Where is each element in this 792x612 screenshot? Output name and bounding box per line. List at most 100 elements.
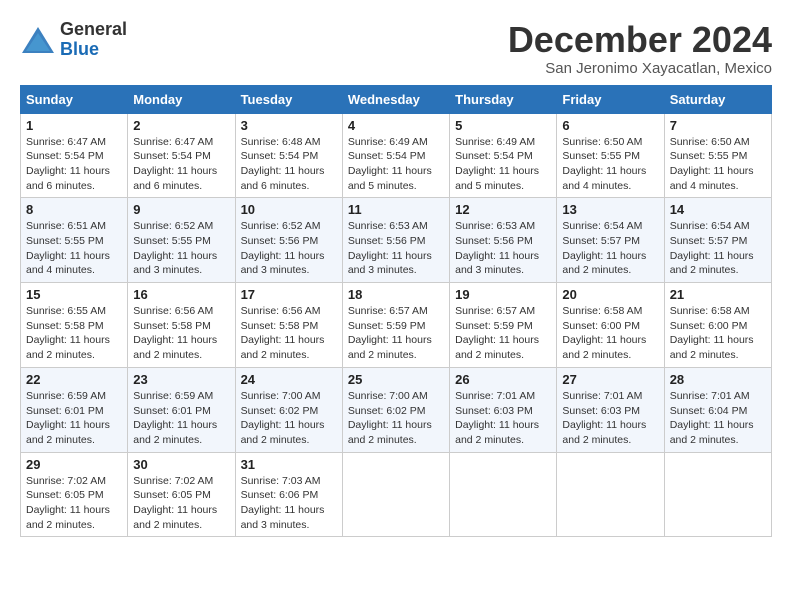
day-info: Sunrise: 6:57 AM Sunset: 5:59 PM Dayligh… [348,304,444,363]
col-thursday: Thursday [450,85,557,113]
col-sunday: Sunday [21,85,128,113]
table-row: 14 Sunrise: 6:54 AM Sunset: 5:57 PM Dayl… [664,198,771,283]
day-info: Sunrise: 6:59 AM Sunset: 6:01 PM Dayligh… [26,389,122,448]
day-number: 25 [348,372,444,387]
day-info: Sunrise: 7:02 AM Sunset: 6:05 PM Dayligh… [26,474,122,533]
table-row: 31 Sunrise: 7:03 AM Sunset: 6:06 PM Dayl… [235,452,342,537]
day-number: 23 [133,372,229,387]
day-number: 29 [26,457,122,472]
day-info: Sunrise: 6:47 AM Sunset: 5:54 PM Dayligh… [26,135,122,194]
day-number: 2 [133,118,229,133]
day-number: 31 [241,457,337,472]
table-row: 15 Sunrise: 6:55 AM Sunset: 5:58 PM Dayl… [21,283,128,368]
table-row: 1 Sunrise: 6:47 AM Sunset: 5:54 PM Dayli… [21,113,128,198]
day-number: 9 [133,202,229,217]
day-info: Sunrise: 6:59 AM Sunset: 6:01 PM Dayligh… [133,389,229,448]
table-row: 12 Sunrise: 6:53 AM Sunset: 5:56 PM Dayl… [450,198,557,283]
day-info: Sunrise: 6:56 AM Sunset: 5:58 PM Dayligh… [241,304,337,363]
day-info: Sunrise: 6:51 AM Sunset: 5:55 PM Dayligh… [26,219,122,278]
day-number: 5 [455,118,551,133]
table-row: 23 Sunrise: 6:59 AM Sunset: 6:01 PM Dayl… [128,367,235,452]
table-row: 16 Sunrise: 6:56 AM Sunset: 5:58 PM Dayl… [128,283,235,368]
day-number: 15 [26,287,122,302]
day-number: 1 [26,118,122,133]
day-number: 10 [241,202,337,217]
table-row: 17 Sunrise: 6:56 AM Sunset: 5:58 PM Dayl… [235,283,342,368]
table-row: 19 Sunrise: 6:57 AM Sunset: 5:59 PM Dayl… [450,283,557,368]
table-row: 6 Sunrise: 6:50 AM Sunset: 5:55 PM Dayli… [557,113,664,198]
table-row: 9 Sunrise: 6:52 AM Sunset: 5:55 PM Dayli… [128,198,235,283]
table-row: 25 Sunrise: 7:00 AM Sunset: 6:02 PM Dayl… [342,367,449,452]
day-info: Sunrise: 7:01 AM Sunset: 6:04 PM Dayligh… [670,389,766,448]
table-row: 10 Sunrise: 6:52 AM Sunset: 5:56 PM Dayl… [235,198,342,283]
table-row: 8 Sunrise: 6:51 AM Sunset: 5:55 PM Dayli… [21,198,128,283]
day-number: 13 [562,202,658,217]
day-info: Sunrise: 6:55 AM Sunset: 5:58 PM Dayligh… [26,304,122,363]
col-tuesday: Tuesday [235,85,342,113]
table-row [342,452,449,537]
day-number: 7 [670,118,766,133]
table-row: 27 Sunrise: 7:01 AM Sunset: 6:03 PM Dayl… [557,367,664,452]
table-row: 24 Sunrise: 7:00 AM Sunset: 6:02 PM Dayl… [235,367,342,452]
month-title: December 2024 [508,20,772,60]
table-row: 22 Sunrise: 6:59 AM Sunset: 6:01 PM Dayl… [21,367,128,452]
day-info: Sunrise: 6:49 AM Sunset: 5:54 PM Dayligh… [348,135,444,194]
day-number: 20 [562,287,658,302]
day-info: Sunrise: 7:01 AM Sunset: 6:03 PM Dayligh… [455,389,551,448]
table-row [450,452,557,537]
table-row: 21 Sunrise: 6:58 AM Sunset: 6:00 PM Dayl… [664,283,771,368]
table-row [557,452,664,537]
day-info: Sunrise: 6:49 AM Sunset: 5:54 PM Dayligh… [455,135,551,194]
calendar-row: 29 Sunrise: 7:02 AM Sunset: 6:05 PM Dayl… [21,452,772,537]
day-info: Sunrise: 6:50 AM Sunset: 5:55 PM Dayligh… [670,135,766,194]
logo-text: General Blue [60,20,127,60]
page-header: General Blue December 2024 San Jeronimo … [20,20,772,77]
table-row: 4 Sunrise: 6:49 AM Sunset: 5:54 PM Dayli… [342,113,449,198]
table-row: 29 Sunrise: 7:02 AM Sunset: 6:05 PM Dayl… [21,452,128,537]
table-row: 2 Sunrise: 6:47 AM Sunset: 5:54 PM Dayli… [128,113,235,198]
logo-blue: Blue [60,39,99,59]
day-number: 12 [455,202,551,217]
day-info: Sunrise: 6:57 AM Sunset: 5:59 PM Dayligh… [455,304,551,363]
col-wednesday: Wednesday [342,85,449,113]
day-number: 30 [133,457,229,472]
day-number: 21 [670,287,766,302]
table-row: 11 Sunrise: 6:53 AM Sunset: 5:56 PM Dayl… [342,198,449,283]
table-row: 5 Sunrise: 6:49 AM Sunset: 5:54 PM Dayli… [450,113,557,198]
day-info: Sunrise: 6:56 AM Sunset: 5:58 PM Dayligh… [133,304,229,363]
logo: General Blue [20,20,127,60]
day-number: 27 [562,372,658,387]
day-number: 24 [241,372,337,387]
day-info: Sunrise: 7:03 AM Sunset: 6:06 PM Dayligh… [241,474,337,533]
table-row: 13 Sunrise: 6:54 AM Sunset: 5:57 PM Dayl… [557,198,664,283]
day-number: 28 [670,372,766,387]
day-info: Sunrise: 7:01 AM Sunset: 6:03 PM Dayligh… [562,389,658,448]
col-monday: Monday [128,85,235,113]
day-number: 16 [133,287,229,302]
day-info: Sunrise: 6:52 AM Sunset: 5:56 PM Dayligh… [241,219,337,278]
calendar-row: 15 Sunrise: 6:55 AM Sunset: 5:58 PM Dayl… [21,283,772,368]
day-info: Sunrise: 6:58 AM Sunset: 6:00 PM Dayligh… [670,304,766,363]
table-row: 26 Sunrise: 7:01 AM Sunset: 6:03 PM Dayl… [450,367,557,452]
day-number: 14 [670,202,766,217]
calendar-header-row: Sunday Monday Tuesday Wednesday Thursday… [21,85,772,113]
day-info: Sunrise: 6:52 AM Sunset: 5:55 PM Dayligh… [133,219,229,278]
day-number: 22 [26,372,122,387]
day-info: Sunrise: 6:58 AM Sunset: 6:00 PM Dayligh… [562,304,658,363]
calendar-row: 8 Sunrise: 6:51 AM Sunset: 5:55 PM Dayli… [21,198,772,283]
calendar-row: 1 Sunrise: 6:47 AM Sunset: 5:54 PM Dayli… [21,113,772,198]
table-row: 7 Sunrise: 6:50 AM Sunset: 5:55 PM Dayli… [664,113,771,198]
col-saturday: Saturday [664,85,771,113]
day-info: Sunrise: 7:00 AM Sunset: 6:02 PM Dayligh… [348,389,444,448]
logo-general: General [60,19,127,39]
day-info: Sunrise: 7:00 AM Sunset: 6:02 PM Dayligh… [241,389,337,448]
title-block: December 2024 San Jeronimo Xayacatlan, M… [508,20,772,77]
table-row: 28 Sunrise: 7:01 AM Sunset: 6:04 PM Dayl… [664,367,771,452]
table-row: 20 Sunrise: 6:58 AM Sunset: 6:00 PM Dayl… [557,283,664,368]
table-row: 3 Sunrise: 6:48 AM Sunset: 5:54 PM Dayli… [235,113,342,198]
day-number: 8 [26,202,122,217]
logo-icon [20,25,56,55]
calendar-row: 22 Sunrise: 6:59 AM Sunset: 6:01 PM Dayl… [21,367,772,452]
day-number: 6 [562,118,658,133]
day-number: 3 [241,118,337,133]
